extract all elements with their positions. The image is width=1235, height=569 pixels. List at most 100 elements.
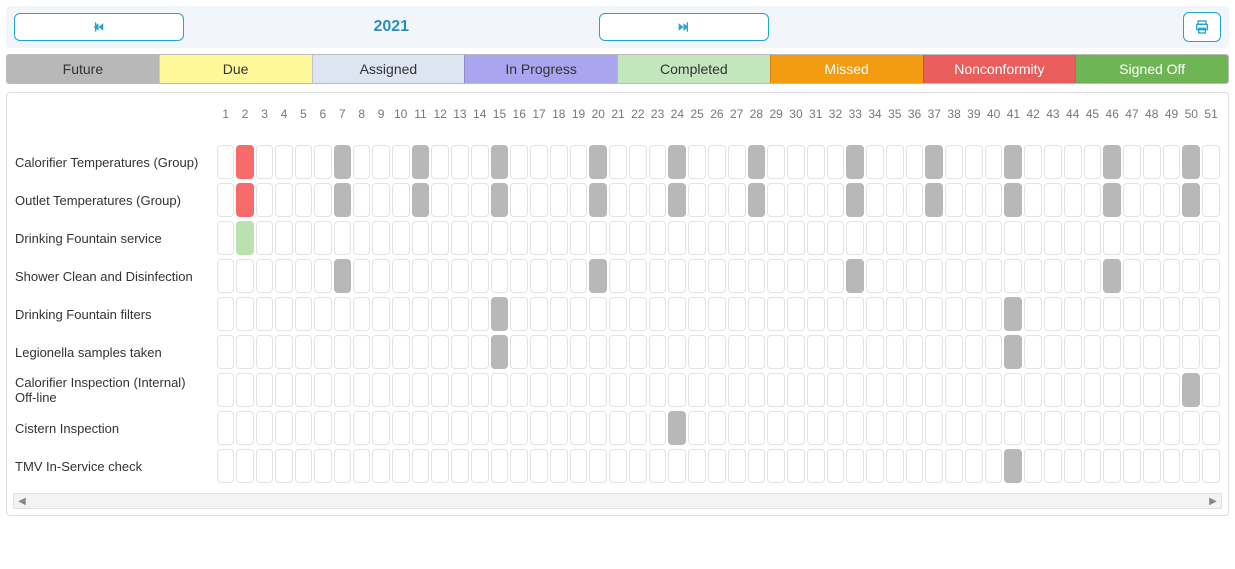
schedule-cell[interactable] bbox=[629, 297, 647, 331]
schedule-cell[interactable] bbox=[451, 373, 469, 407]
schedule-cell[interactable] bbox=[1084, 297, 1102, 331]
schedule-cell[interactable] bbox=[1103, 183, 1121, 217]
schedule-cell[interactable] bbox=[1182, 297, 1200, 331]
schedule-cell[interactable] bbox=[668, 373, 686, 407]
schedule-cell[interactable] bbox=[314, 335, 331, 369]
schedule-cell[interactable] bbox=[668, 145, 686, 179]
schedule-cell[interactable] bbox=[334, 411, 351, 445]
schedule-cell[interactable] bbox=[1182, 259, 1200, 293]
schedule-cell[interactable] bbox=[965, 259, 983, 293]
schedule-cell[interactable] bbox=[217, 373, 234, 407]
schedule-cell[interactable] bbox=[412, 335, 430, 369]
schedule-cell[interactable] bbox=[866, 335, 884, 369]
schedule-cell[interactable] bbox=[353, 145, 370, 179]
schedule-cell[interactable] bbox=[1202, 373, 1220, 407]
schedule-cell[interactable] bbox=[807, 449, 825, 483]
schedule-cell[interactable] bbox=[510, 145, 528, 179]
schedule-cell[interactable] bbox=[787, 297, 805, 331]
schedule-cell[interactable] bbox=[985, 449, 1003, 483]
schedule-cell[interactable] bbox=[629, 449, 647, 483]
schedule-cell[interactable] bbox=[510, 411, 528, 445]
schedule-cell[interactable] bbox=[1103, 335, 1121, 369]
schedule-cell[interactable] bbox=[431, 373, 449, 407]
schedule-cell[interactable] bbox=[314, 183, 331, 217]
schedule-cell[interactable] bbox=[708, 411, 726, 445]
schedule-cell[interactable] bbox=[886, 335, 904, 369]
schedule-cell[interactable] bbox=[217, 145, 234, 179]
schedule-cell[interactable] bbox=[1084, 335, 1102, 369]
schedule-cell[interactable] bbox=[668, 221, 686, 255]
schedule-cell[interactable] bbox=[510, 183, 528, 217]
schedule-cell[interactable] bbox=[886, 221, 904, 255]
schedule-cell[interactable] bbox=[550, 411, 568, 445]
schedule-cell[interactable] bbox=[688, 145, 706, 179]
schedule-cell[interactable] bbox=[1044, 297, 1062, 331]
schedule-cell[interactable] bbox=[965, 183, 983, 217]
schedule-cell[interactable] bbox=[236, 183, 253, 217]
schedule-cell[interactable] bbox=[372, 335, 389, 369]
schedule-cell[interactable] bbox=[846, 297, 864, 331]
schedule-cell[interactable] bbox=[1024, 221, 1042, 255]
schedule-cell[interactable] bbox=[217, 221, 234, 255]
schedule-cell[interactable] bbox=[353, 221, 370, 255]
schedule-cell[interactable] bbox=[1182, 183, 1200, 217]
schedule-cell[interactable] bbox=[945, 411, 963, 445]
schedule-cell[interactable] bbox=[945, 373, 963, 407]
schedule-cell[interactable] bbox=[451, 297, 469, 331]
schedule-cell[interactable] bbox=[570, 145, 588, 179]
schedule-cell[interactable] bbox=[1084, 183, 1102, 217]
schedule-cell[interactable] bbox=[649, 373, 667, 407]
schedule-cell[interactable] bbox=[787, 373, 805, 407]
schedule-cell[interactable] bbox=[530, 259, 548, 293]
schedule-cell[interactable] bbox=[372, 259, 389, 293]
schedule-cell[interactable] bbox=[649, 411, 667, 445]
schedule-cell[interactable] bbox=[1143, 297, 1161, 331]
schedule-cell[interactable] bbox=[1024, 297, 1042, 331]
schedule-cell[interactable] bbox=[1182, 335, 1200, 369]
schedule-cell[interactable] bbox=[471, 297, 489, 331]
schedule-cell[interactable] bbox=[431, 183, 449, 217]
schedule-cell[interactable] bbox=[256, 221, 273, 255]
schedule-cell[interactable] bbox=[295, 183, 312, 217]
schedule-cell[interactable] bbox=[530, 449, 548, 483]
schedule-cell[interactable] bbox=[688, 373, 706, 407]
schedule-cell[interactable] bbox=[334, 335, 351, 369]
horizontal-scrollbar[interactable]: ◀ ▶ bbox=[13, 493, 1222, 509]
schedule-cell[interactable] bbox=[334, 297, 351, 331]
schedule-cell[interactable] bbox=[1163, 221, 1181, 255]
schedule-cell[interactable] bbox=[451, 221, 469, 255]
schedule-cell[interactable] bbox=[767, 373, 785, 407]
schedule-cell[interactable] bbox=[1123, 373, 1141, 407]
schedule-cell[interactable] bbox=[945, 259, 963, 293]
schedule-cell[interactable] bbox=[550, 373, 568, 407]
schedule-cell[interactable] bbox=[807, 259, 825, 293]
schedule-cell[interactable] bbox=[945, 335, 963, 369]
schedule-cell[interactable] bbox=[550, 297, 568, 331]
schedule-cell[interactable] bbox=[965, 335, 983, 369]
schedule-cell[interactable] bbox=[1123, 221, 1141, 255]
schedule-cell[interactable] bbox=[827, 259, 845, 293]
schedule-cell[interactable] bbox=[530, 221, 548, 255]
schedule-cell[interactable] bbox=[451, 259, 469, 293]
schedule-cell[interactable] bbox=[1163, 373, 1181, 407]
schedule-cell[interactable] bbox=[846, 221, 864, 255]
schedule-cell[interactable] bbox=[1044, 145, 1062, 179]
schedule-cell[interactable] bbox=[945, 183, 963, 217]
schedule-cell[interactable] bbox=[827, 449, 845, 483]
schedule-cell[interactable] bbox=[1064, 449, 1082, 483]
schedule-cell[interactable] bbox=[728, 411, 746, 445]
schedule-cell[interactable] bbox=[649, 449, 667, 483]
schedule-cell[interactable] bbox=[965, 449, 983, 483]
schedule-cell[interactable] bbox=[748, 221, 766, 255]
schedule-cell[interactable] bbox=[906, 335, 924, 369]
schedule-cell[interactable] bbox=[314, 449, 331, 483]
schedule-cell[interactable] bbox=[1024, 145, 1042, 179]
schedule-cell[interactable] bbox=[708, 335, 726, 369]
schedule-cell[interactable] bbox=[1024, 335, 1042, 369]
schedule-cell[interactable] bbox=[295, 259, 312, 293]
schedule-cell[interactable] bbox=[846, 183, 864, 217]
schedule-cell[interactable] bbox=[846, 335, 864, 369]
schedule-cell[interactable] bbox=[550, 145, 568, 179]
schedule-cell[interactable] bbox=[1084, 373, 1102, 407]
schedule-cell[interactable] bbox=[925, 335, 943, 369]
